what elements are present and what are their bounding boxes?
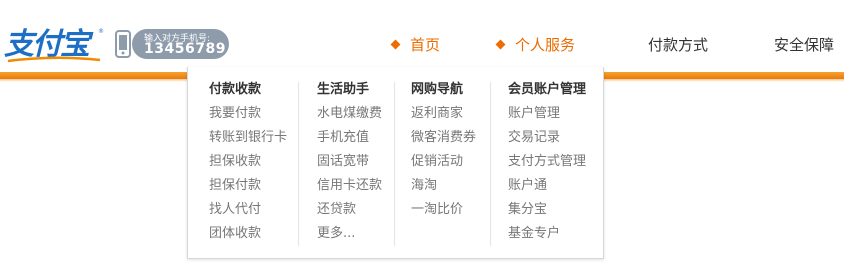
menu-item[interactable]: 支付方式管理 [508, 152, 586, 176]
menu-item[interactable]: 微客消费券 [411, 128, 476, 152]
menu-column-life-helper: 生活助手 水电煤缴费 手机充值 固话宽带 信用卡还款 还贷款 更多... [317, 80, 382, 248]
personal-services-dropdown: 付款收款 我要付款 转账到银行卡 担保收款 担保付款 找人代付 团体收款 生活助… [187, 67, 604, 259]
nav-payment-methods[interactable]: 付款方式 [648, 34, 708, 58]
nav-personal-services[interactable]: 个人服务 [495, 34, 576, 58]
menu-column-heading: 网购导航 [411, 82, 464, 97]
menu-item[interactable]: 交易记录 [508, 128, 586, 152]
phone-transfer-badge[interactable]: 输入对方手机号: 13456789 [114, 28, 230, 60]
menu-item[interactable]: 担保付款 [209, 176, 287, 200]
menu-item[interactable]: 手机充值 [317, 128, 382, 152]
menu-item[interactable]: 一淘比价 [411, 200, 476, 224]
menu-item[interactable]: 担保收款 [209, 152, 287, 176]
menu-column-heading: 付款收款 [209, 82, 262, 97]
logo-swoosh-icon [7, 56, 101, 63]
diamond-bullet-icon [495, 39, 506, 50]
menu-item[interactable]: 账户通 [508, 176, 586, 200]
menu-column-heading: 会员账户管理 [508, 82, 587, 97]
menu-item-more[interactable]: 更多... [317, 224, 382, 248]
menu-item[interactable]: 水电煤缴费 [317, 104, 382, 128]
menu-item[interactable]: 信用卡还款 [317, 176, 382, 200]
column-divider [394, 82, 395, 246]
phone-number-example: 13456789 [144, 41, 226, 57]
menu-item[interactable]: 我要付款 [209, 104, 287, 128]
menu-item[interactable]: 基金专户 [508, 224, 586, 248]
nav-personal-services-label: 个人服务 [515, 36, 576, 54]
menu-item[interactable]: 账户管理 [508, 104, 586, 128]
menu-item[interactable]: 转账到银行卡 [209, 128, 287, 152]
nav-security-label: 安全保障 [774, 36, 835, 54]
nav-home[interactable]: 首页 [390, 34, 441, 58]
menu-item[interactable]: 返利商家 [411, 104, 476, 128]
menu-item[interactable]: 找人代付 [209, 200, 287, 224]
nav-home-label: 首页 [410, 36, 441, 54]
menu-item[interactable]: 海淘 [411, 176, 476, 200]
dropdown-top-edge [188, 67, 603, 72]
menu-column-payments: 付款收款 我要付款 转账到银行卡 担保收款 担保付款 找人代付 团体收款 [209, 80, 287, 248]
menu-item[interactable]: 促销活动 [411, 152, 476, 176]
logo-trademark: ® [98, 28, 104, 35]
column-divider [298, 82, 299, 246]
nav-payment-methods-label: 付款方式 [648, 36, 709, 54]
menu-column-heading: 生活助手 [317, 82, 370, 97]
menu-item[interactable]: 团体收款 [209, 224, 287, 248]
menu-item[interactable]: 集分宝 [508, 200, 586, 224]
nav-security[interactable]: 安全保障 [774, 34, 834, 58]
column-divider [490, 82, 491, 246]
menu-item[interactable]: 固话宽带 [317, 152, 382, 176]
alipay-logo[interactable]: 支付宝 ® [4, 26, 104, 66]
menu-item[interactable]: 还贷款 [317, 200, 382, 224]
menu-column-shopping-nav: 网购导航 返利商家 微客消费券 促销活动 海淘 一淘比价 [411, 80, 476, 224]
menu-column-account-management: 会员账户管理 账户管理 交易记录 支付方式管理 账户通 集分宝 基金专户 [508, 80, 586, 248]
diamond-bullet-icon [390, 39, 401, 50]
